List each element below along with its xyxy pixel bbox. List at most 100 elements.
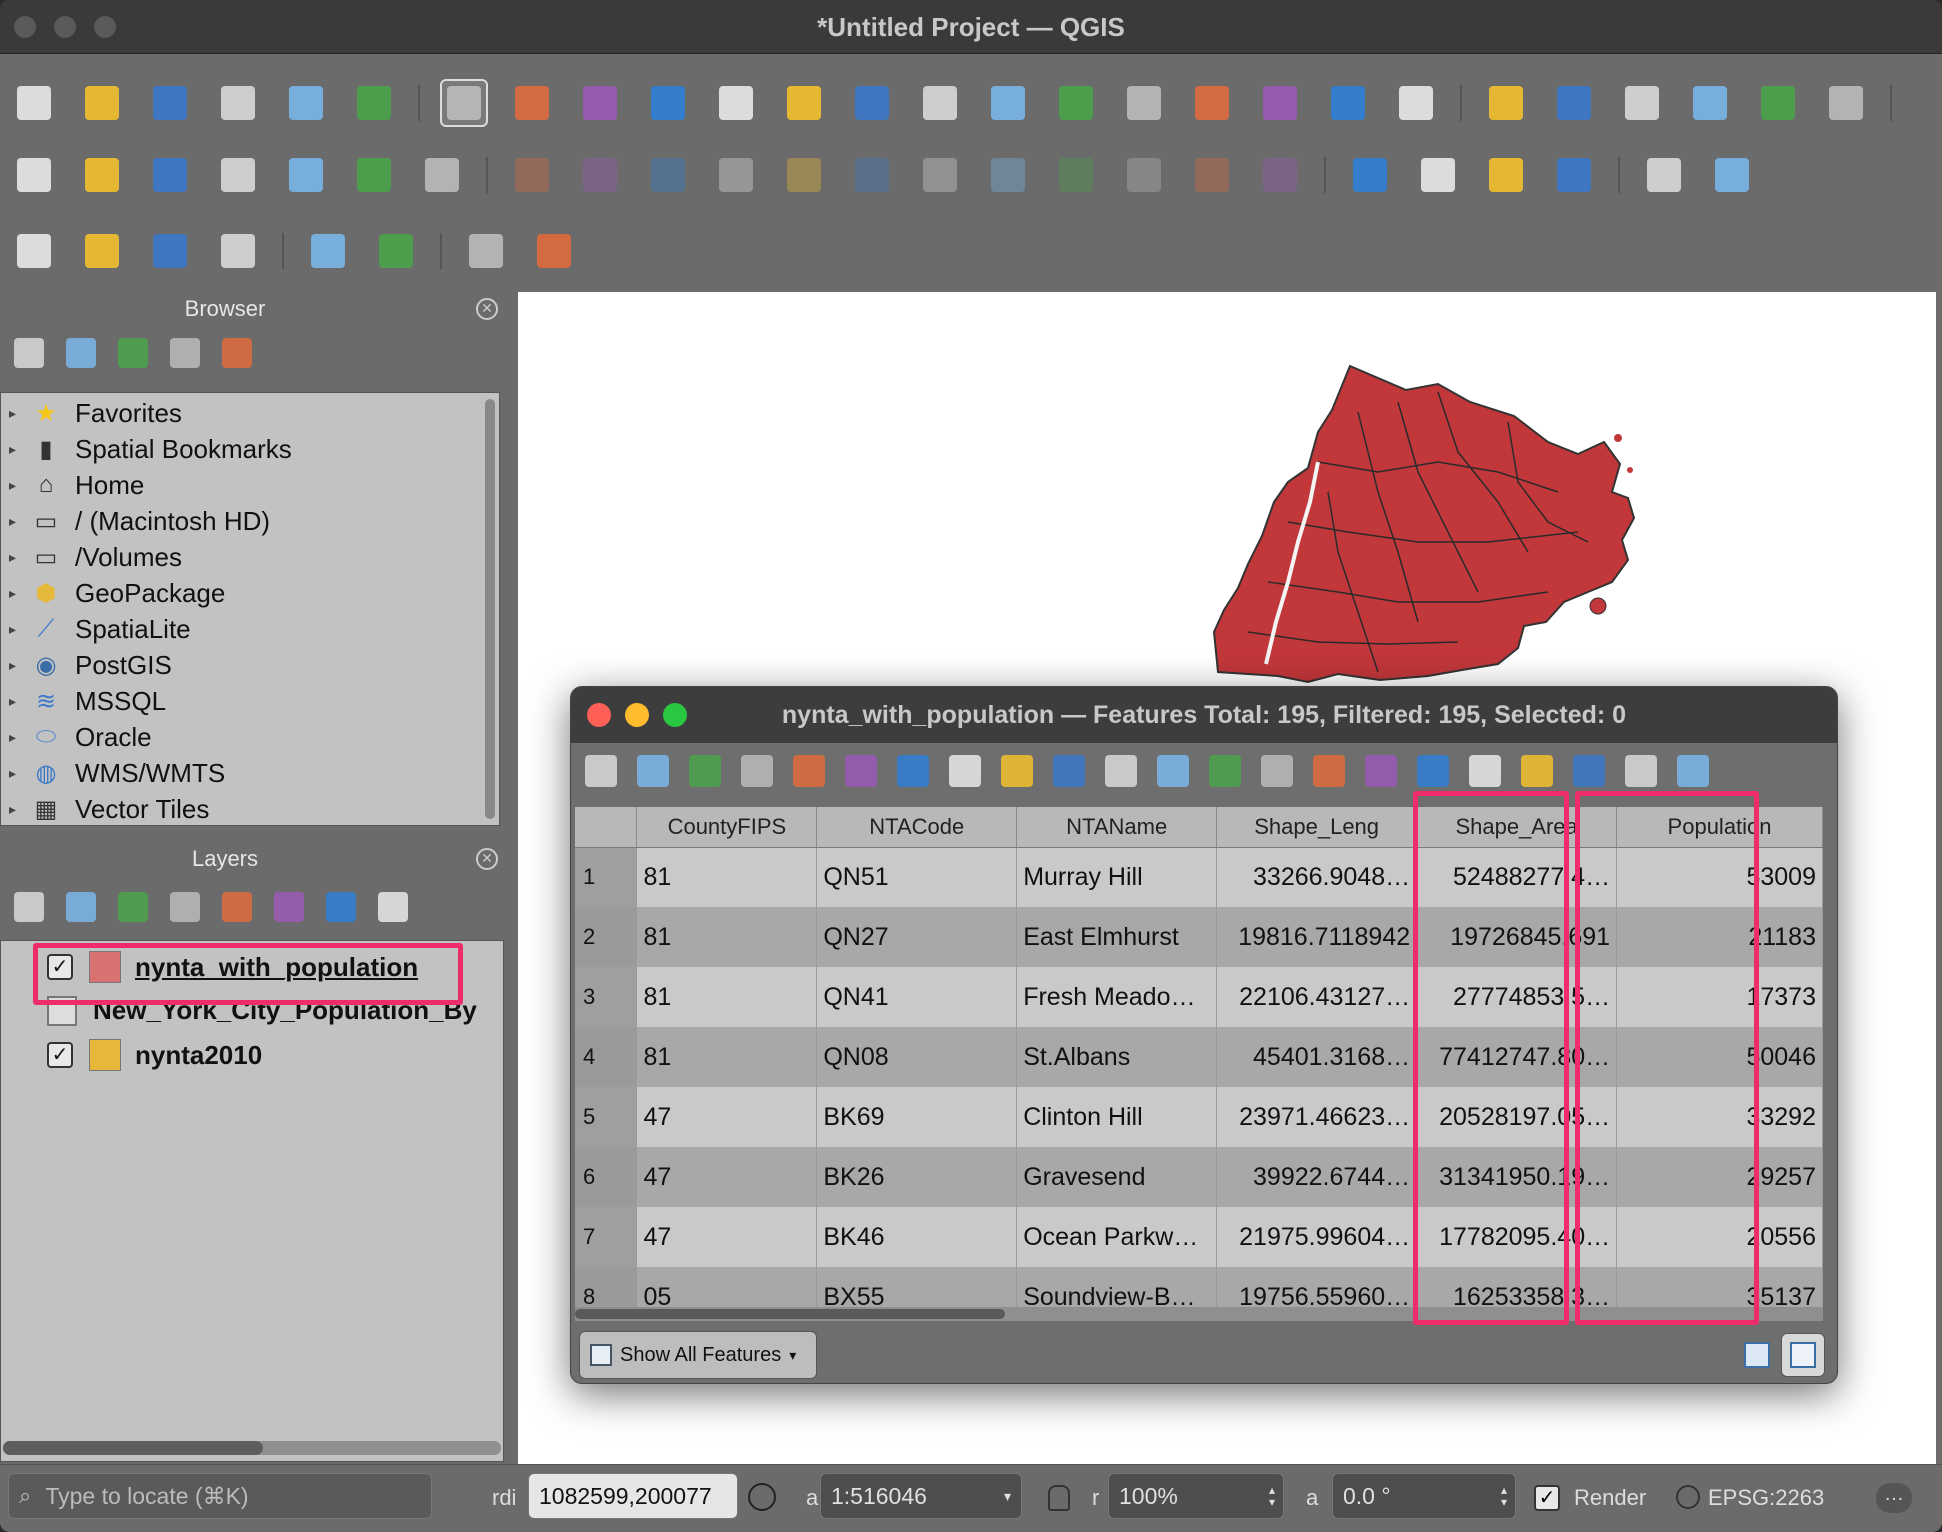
vertex-tool-icon[interactable] bbox=[780, 151, 828, 199]
expand-arrow-icon[interactable]: ▸ bbox=[9, 477, 31, 494]
delete-field-icon[interactable] bbox=[1521, 755, 1553, 787]
layer-item-nynta2010[interactable]: ✓ nynta2010 bbox=[47, 1039, 262, 1071]
attribute-table-icon[interactable] bbox=[1822, 79, 1870, 127]
select-all-icon[interactable] bbox=[1105, 755, 1137, 787]
info-icon[interactable] bbox=[222, 338, 252, 368]
expand-all-icon[interactable] bbox=[274, 892, 304, 922]
expand-arrow-icon[interactable]: ▸ bbox=[9, 549, 31, 566]
zoom-last-icon[interactable] bbox=[984, 79, 1032, 127]
add-feature-icon[interactable] bbox=[793, 755, 825, 787]
statistics-icon[interactable] bbox=[1754, 79, 1802, 127]
delete-selected-icon[interactable] bbox=[916, 151, 964, 199]
rotation-field[interactable]: 0.0 ° ▴ ▾ bbox=[1332, 1473, 1516, 1519]
scale-field[interactable]: 1:516046 ▾ bbox=[820, 1473, 1022, 1519]
add-selected-icon[interactable] bbox=[14, 338, 44, 368]
browser-item-favorites[interactable]: ▸ ★ Favorites bbox=[1, 395, 499, 431]
expand-arrow-icon[interactable]: ▸ bbox=[9, 621, 31, 638]
cell-ntaname[interactable]: Murray Hill bbox=[1016, 847, 1218, 907]
expand-arrow-icon[interactable]: ▸ bbox=[9, 513, 31, 530]
cut-features-icon[interactable] bbox=[984, 151, 1032, 199]
cell-shape-leng[interactable]: 45401.3168… bbox=[1216, 1027, 1418, 1087]
cell-ntacode[interactable]: QN27 bbox=[816, 907, 1018, 967]
browser-item-wms-wmts[interactable]: ▸ ◍ WMS/WMTS bbox=[1, 755, 499, 791]
cell-shape-leng[interactable]: 23971.46623… bbox=[1216, 1087, 1418, 1147]
copy-icon[interactable] bbox=[949, 755, 981, 787]
identify-icon[interactable] bbox=[1550, 79, 1598, 127]
browser-item-home[interactable]: ▸ ⌂ Home bbox=[1, 467, 499, 503]
layers-hscrollbar[interactable] bbox=[3, 1441, 501, 1455]
browser-item-mssql[interactable]: ▸ ≋ MSSQL bbox=[1, 683, 499, 719]
browser-scrollbar[interactable] bbox=[485, 399, 495, 819]
diagram-tool-icon[interactable] bbox=[1414, 151, 1462, 199]
filter-icon[interactable] bbox=[1261, 755, 1293, 787]
row-number[interactable]: 5 bbox=[575, 1087, 638, 1147]
undo-icon[interactable] bbox=[1188, 151, 1236, 199]
new-virtual-layer-icon[interactable] bbox=[282, 151, 330, 199]
attributes-toolbar-icon[interactable] bbox=[1618, 79, 1666, 127]
expand-arrow-icon[interactable]: ▸ bbox=[9, 657, 31, 674]
deselect-icon[interactable] bbox=[1209, 755, 1241, 787]
crs-label[interactable]: EPSG:2263 bbox=[1708, 1485, 1824, 1511]
nyc-neighborhood-polygons[interactable] bbox=[1212, 364, 1636, 684]
row-number-header[interactable] bbox=[575, 807, 638, 848]
style-manager-icon[interactable] bbox=[350, 79, 398, 127]
close-icon[interactable]: ✕ bbox=[476, 848, 498, 870]
style-icon[interactable] bbox=[14, 892, 44, 922]
zoom-native-icon[interactable] bbox=[916, 79, 964, 127]
table-view-button[interactable] bbox=[1781, 1333, 1825, 1377]
zoom-to-selection-icon[interactable] bbox=[780, 79, 828, 127]
cell-ntaname[interactable]: Fresh Meado… bbox=[1016, 967, 1218, 1027]
reload-icon[interactable] bbox=[741, 755, 773, 787]
temporal-controller-icon[interactable] bbox=[1392, 79, 1440, 127]
locator-search-input[interactable]: ⌕ Type to locate (⌘K) bbox=[8, 1473, 432, 1519]
zoom-to-selection-icon[interactable] bbox=[1417, 755, 1449, 787]
zoom-out-icon[interactable] bbox=[644, 79, 692, 127]
expand-arrow-icon[interactable]: ▸ bbox=[9, 765, 31, 782]
paste-features-icon[interactable] bbox=[1120, 151, 1168, 199]
delete-feature-icon[interactable] bbox=[845, 755, 877, 787]
label-tool-icon[interactable] bbox=[1346, 151, 1394, 199]
cell-ntacode[interactable]: QN41 bbox=[816, 967, 1018, 1027]
lock-scale-icon[interactable] bbox=[1048, 1485, 1070, 1511]
expand-arrow-icon[interactable]: ▸ bbox=[9, 405, 31, 422]
browser-item-oracle[interactable]: ▸ ⬭ Oracle bbox=[1, 719, 499, 755]
advanced-digitize-icon[interactable] bbox=[372, 227, 420, 275]
close-icon[interactable]: ✕ bbox=[476, 298, 498, 320]
show-all-features-button[interactable]: Show All Features ▾ bbox=[579, 1331, 817, 1379]
filter-legend-icon[interactable] bbox=[170, 892, 200, 922]
select-features-icon[interactable] bbox=[10, 227, 58, 275]
refresh-icon[interactable] bbox=[66, 338, 96, 368]
expand-arrow-icon[interactable]: ▸ bbox=[9, 729, 31, 746]
browser-item-geopackage[interactable]: ▸ ⬢ GeoPackage bbox=[1, 575, 499, 611]
cell-ntacode[interactable]: BK46 bbox=[816, 1207, 1018, 1267]
globe-plugin-icon[interactable] bbox=[1640, 151, 1688, 199]
save-edits-icon[interactable] bbox=[644, 151, 692, 199]
select-by-location-icon[interactable] bbox=[214, 227, 262, 275]
show-bookmarks-icon[interactable] bbox=[1324, 79, 1372, 127]
paste-icon[interactable] bbox=[1001, 755, 1033, 787]
digitize-icon[interactable] bbox=[304, 227, 352, 275]
row-number[interactable]: 7 bbox=[575, 1207, 638, 1267]
dock-icon[interactable] bbox=[1677, 755, 1709, 787]
invert-selection-icon[interactable] bbox=[1157, 755, 1189, 787]
save-edits-icon[interactable] bbox=[689, 755, 721, 787]
add-group-icon[interactable] bbox=[66, 892, 96, 922]
redo-icon[interactable] bbox=[1256, 151, 1304, 199]
remove-layer-icon[interactable] bbox=[378, 892, 408, 922]
conditional-formatting-icon[interactable] bbox=[1625, 755, 1657, 787]
highlight-label-icon[interactable] bbox=[1550, 151, 1598, 199]
form-view-button[interactable] bbox=[1735, 1333, 1779, 1377]
browser-item-postgis[interactable]: ▸ ◉ PostGIS bbox=[1, 647, 499, 683]
new-shapefile-layer-icon[interactable] bbox=[146, 151, 194, 199]
cell-countyfips[interactable]: 81 bbox=[636, 847, 818, 907]
cell-shape-leng[interactable]: 19816.7118942 bbox=[1216, 907, 1418, 967]
column-header[interactable]: NTACode bbox=[816, 807, 1018, 848]
layer-visibility-checkbox[interactable]: ✓ bbox=[47, 1042, 73, 1068]
cell-ntaname[interactable]: St.Albans bbox=[1016, 1027, 1218, 1087]
cell-shape-leng[interactable]: 39922.6744… bbox=[1216, 1147, 1418, 1207]
cell-countyfips[interactable]: 81 bbox=[636, 1027, 818, 1087]
current-edits-icon[interactable] bbox=[508, 151, 556, 199]
new-field-icon[interactable] bbox=[1469, 755, 1501, 787]
new-bookmark-icon[interactable] bbox=[1256, 79, 1304, 127]
cell-countyfips[interactable]: 81 bbox=[636, 907, 818, 967]
